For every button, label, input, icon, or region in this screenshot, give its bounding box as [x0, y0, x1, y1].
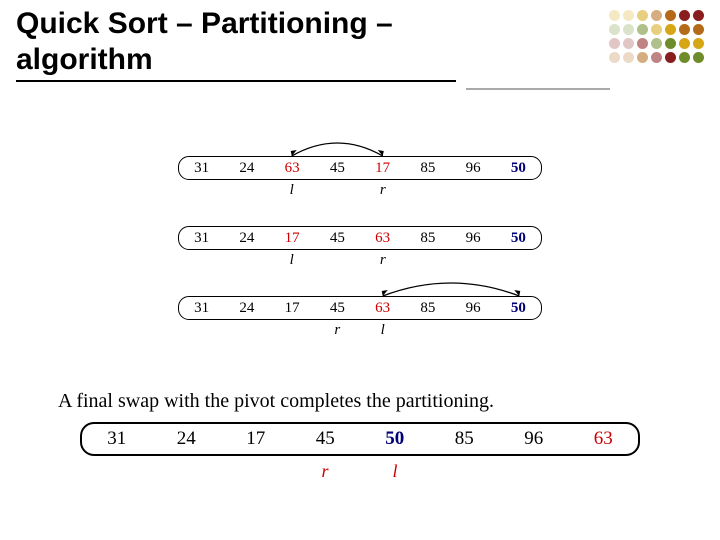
array-cell: 85: [405, 300, 450, 317]
partition-step: 3124174563859650 rl: [178, 296, 542, 336]
decorative-dot-grid: [609, 10, 704, 63]
partition-step: 3124174563859650 lr: [178, 226, 542, 266]
array-cell: 31: [179, 160, 224, 177]
array-cell: 45: [315, 230, 360, 247]
final-array-diagram: 3124174550859663 rl: [80, 422, 640, 482]
pointer-labels: lr: [178, 182, 542, 196]
array-cell: 50: [496, 230, 541, 247]
decorative-dot: [651, 24, 662, 35]
decorative-dot: [693, 24, 704, 35]
array-cell: 96: [451, 230, 496, 247]
array-cell: 45: [315, 160, 360, 177]
array-cell: 85: [405, 230, 450, 247]
array-cell: 63: [569, 428, 639, 450]
pointer-labels: lr: [178, 252, 542, 266]
decorative-dot: [623, 10, 634, 21]
title-divider: [466, 88, 610, 90]
caption-text: A final swap with the pivot completes th…: [58, 390, 494, 413]
array-cell: 50: [360, 428, 430, 450]
decorative-dot: [665, 38, 676, 49]
decorative-dot: [693, 10, 704, 21]
decorative-dot: [637, 38, 648, 49]
decorative-dot: [665, 24, 676, 35]
array-cell: 24: [224, 160, 269, 177]
array-cell: 31: [179, 300, 224, 317]
array-cell: 17: [270, 230, 315, 247]
decorative-dot: [609, 38, 620, 49]
array-cell: 24: [152, 428, 222, 450]
decorative-dot: [651, 38, 662, 49]
pointer-labels: rl: [178, 322, 542, 336]
array-cell: 63: [270, 160, 315, 177]
decorative-dot: [637, 10, 648, 21]
pointer-labels: rl: [80, 461, 640, 482]
decorative-dot: [609, 10, 620, 21]
array-cell: 45: [291, 428, 361, 450]
decorative-dot: [623, 52, 634, 63]
result-array-row: 3124174550859663: [80, 422, 640, 456]
array-cell: 31: [82, 428, 152, 450]
array-cell: 63: [360, 300, 405, 317]
array-cell: 50: [496, 160, 541, 177]
array-cell: 17: [221, 428, 291, 450]
slide-title: Quick Sort – Partitioning – algorithm: [16, 6, 456, 82]
array-cell: 31: [179, 230, 224, 247]
array-cell: 85: [430, 428, 500, 450]
decorative-dot: [679, 52, 690, 63]
array-row: 3124174563859650: [178, 226, 542, 250]
array-row: 3124174563859650: [178, 296, 542, 320]
decorative-dot: [679, 38, 690, 49]
decorative-dot: [637, 24, 648, 35]
decorative-dot: [609, 24, 620, 35]
array-cell: 85: [405, 160, 450, 177]
array-cell: 63: [360, 230, 405, 247]
decorative-dot: [693, 52, 704, 63]
decorative-dot: [679, 24, 690, 35]
decorative-dot: [665, 10, 676, 21]
array-cell: 96: [451, 160, 496, 177]
decorative-dot: [665, 52, 676, 63]
array-cell: 50: [496, 300, 541, 317]
decorative-dot: [623, 24, 634, 35]
decorative-dot: [609, 52, 620, 63]
partition-step: 3124634517859650 lr: [178, 156, 542, 196]
array-row: 3124634517859650: [178, 156, 542, 180]
decorative-dot: [637, 52, 648, 63]
array-cell: 45: [315, 300, 360, 317]
decorative-dot: [679, 10, 690, 21]
partition-steps-diagram: 3124634517859650lr3124174563859650lr3124…: [178, 132, 542, 354]
array-cell: 17: [360, 160, 405, 177]
decorative-dot: [693, 38, 704, 49]
array-cell: 96: [499, 428, 569, 450]
array-cell: 96: [451, 300, 496, 317]
decorative-dot: [651, 10, 662, 21]
decorative-dot: [651, 52, 662, 63]
array-cell: 24: [224, 230, 269, 247]
array-cell: 17: [270, 300, 315, 317]
array-cell: 24: [224, 300, 269, 317]
decorative-dot: [623, 38, 634, 49]
